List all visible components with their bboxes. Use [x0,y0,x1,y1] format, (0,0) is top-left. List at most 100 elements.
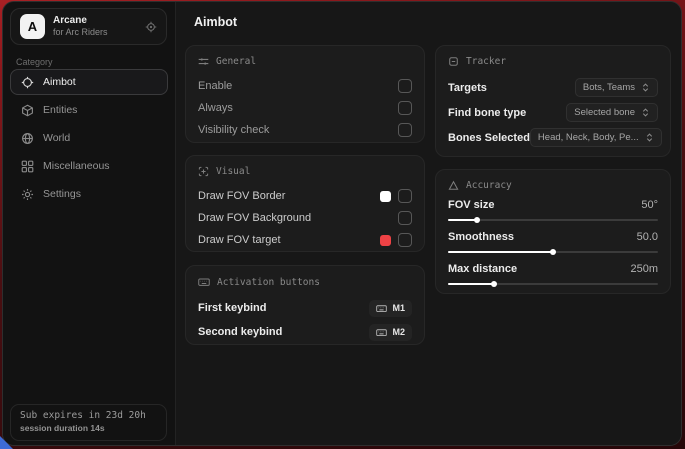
setting-label: First keybind [198,302,266,314]
fov-background-checkbox[interactable] [398,211,412,225]
accuracy-card-header: Accuracy [448,180,658,191]
keybind-value: M1 [392,303,405,313]
first-keybind-button[interactable]: M1 [369,300,412,317]
activation-card-header: Activation buttons [198,276,412,288]
setting-label: Enable [198,80,232,92]
sidebar-item-label: Aimbot [43,76,76,88]
fov-border-checkbox[interactable] [398,189,412,203]
fov-size-setting: FOV size 50° [448,199,658,221]
setting-label: Targets [448,82,487,94]
gear-icon [21,188,34,201]
brand-text: Arcane for Arc Riders [53,15,108,39]
targets-dropdown[interactable]: Bots, Teams [575,78,658,97]
visibility-check-checkbox[interactable] [398,123,412,137]
app-logo: A [20,14,45,39]
subscription-info-card: Sub expires in 23d 20h session duration … [10,404,167,441]
general-card-title: General [216,56,256,67]
fov-border-controls [380,189,412,203]
fov-size-slider[interactable] [448,219,658,221]
activation-card: Activation buttons First keybind M1 Seco… [185,265,425,345]
setting-label: Draw FOV Background [198,212,311,224]
general-card-header: General [198,56,412,67]
dropdown-value: Bots, Teams [583,82,635,93]
fov-target-color-swatch[interactable] [380,235,391,246]
setting-row-fov-target: Draw FOV target [198,229,412,251]
setting-row-first-keybind: First keybind M1 [198,296,412,320]
activation-card-title: Activation buttons [217,277,320,288]
sidebar: A Arcane for Arc Riders Category Aimbot [3,2,176,445]
sidebar-item-entities[interactable]: Entities [10,97,168,123]
sidebar-item-settings[interactable]: Settings [10,181,168,207]
sidebar-item-label: Miscellaneous [43,160,110,172]
enable-checkbox[interactable] [398,79,412,93]
sidebar-item-world[interactable]: World [10,125,168,151]
second-keybind-button[interactable]: M2 [369,324,412,341]
setting-label: Find bone type [448,107,526,119]
crosshair-icon [21,76,34,89]
find-bone-type-dropdown[interactable]: Selected bone [566,103,658,122]
setting-row-second-keybind: Second keybind M2 [198,320,412,344]
tracker-card-header: Tracker [448,56,658,67]
visual-card-title: Visual [216,166,250,177]
slider-thumb[interactable] [550,249,556,255]
visual-card: Visual Draw FOV Border Draw FOV Backgrou… [185,155,425,252]
setting-row-bones-selected: Bones Selected Head, Neck, Body, Pe... [448,125,658,150]
fov-target-checkbox[interactable] [398,233,412,247]
fov-border-color-swatch[interactable] [380,191,391,202]
tracker-card: Tracker Targets Bots, Teams Find bone ty… [435,45,671,157]
chevrons-up-down-icon [645,133,654,142]
accuracy-card-title: Accuracy [466,180,512,191]
sliders-icon [198,56,209,67]
globe-icon [21,132,34,145]
triangle-icon [448,180,459,191]
cube-icon [21,104,34,117]
main-content: Aimbot General Enable Always Visibili [176,2,681,445]
max-distance-slider[interactable] [448,283,658,285]
setting-label: Max distance [448,263,517,275]
fov-size-value: 50° [641,199,658,211]
keybind-value: M2 [392,327,405,337]
setting-label: FOV size [448,199,494,211]
smoothness-setting: Smoothness 50.0 [448,231,658,253]
brand-card: A Arcane for Arc Riders [10,8,167,45]
tracker-card-title: Tracker [466,56,506,67]
setting-label: Second keybind [198,326,282,338]
setting-label: Smoothness [448,231,514,243]
slider-thumb[interactable] [491,281,497,287]
smoothness-slider[interactable] [448,251,658,253]
fov-size-row: FOV size 50° [448,199,658,211]
target-box-icon [448,56,459,67]
grid-icon [21,160,34,173]
scan-plus-icon [198,166,209,177]
accuracy-card: Accuracy FOV size 50° Smoothness 50.0 [435,169,671,294]
chevrons-up-down-icon [641,108,650,117]
sidebar-item-miscellaneous[interactable]: Miscellaneous [10,153,168,179]
bones-selected-dropdown[interactable]: Head, Neck, Body, Pe... [530,128,662,147]
setting-row-fov-border: Draw FOV Border [198,185,412,207]
sidebar-item-aimbot[interactable]: Aimbot [10,69,168,95]
always-checkbox[interactable] [398,101,412,115]
slider-thumb[interactable] [474,217,480,223]
sidebar-item-label: World [43,132,70,144]
smoothness-row: Smoothness 50.0 [448,231,658,243]
dropdown-value: Selected bone [574,107,635,118]
crosshair-settings-icon[interactable] [145,21,157,33]
max-distance-setting: Max distance 250m [448,263,658,285]
max-distance-value: 250m [630,263,658,275]
slider-fill [448,219,477,221]
keyboard-icon [376,303,387,314]
setting-row-fov-background: Draw FOV Background [198,207,412,229]
page-title: Aimbot [194,15,237,29]
setting-row-visibility-check: Visibility check [198,119,412,141]
setting-label: Draw FOV Border [198,190,285,202]
setting-label: Always [198,102,233,114]
sub-expiry-text: Sub expires in 23d 20h [20,410,157,421]
fov-target-controls [380,233,412,247]
sidebar-item-label: Entities [43,104,77,116]
setting-row-always: Always [198,97,412,119]
setting-row-targets: Targets Bots, Teams [448,75,658,100]
visual-card-header: Visual [198,166,412,177]
setting-label: Visibility check [198,124,269,136]
general-card: General Enable Always Visibility check [185,45,425,143]
slider-fill [448,251,553,253]
